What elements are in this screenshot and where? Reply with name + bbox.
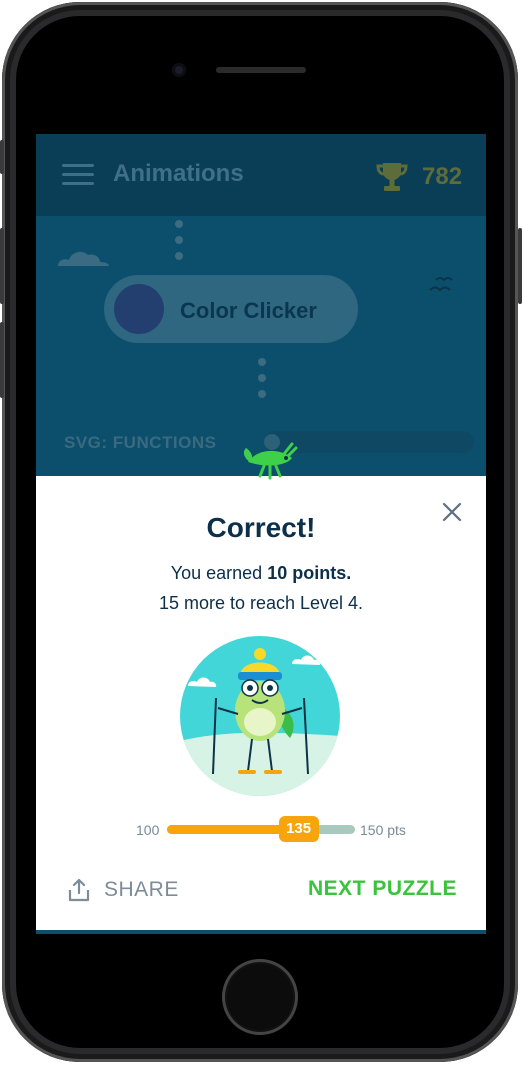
result-title: Correct!	[206, 512, 316, 543]
earned-points: 10 points.	[267, 563, 352, 583]
score-count: 782	[422, 163, 463, 190]
cloud-icon	[58, 251, 109, 266]
level-progress-text: 15 more to reach Level 4.	[158, 593, 364, 613]
side-button-volume-up	[0, 228, 4, 304]
next-puzzle-button[interactable]: NEXT PUZZLE	[308, 877, 457, 901]
share-icon	[68, 878, 90, 902]
front-camera	[172, 63, 186, 77]
app-screen: Animations 782 Color Clicker SVG: FUNCTI…	[36, 134, 486, 934]
path-dot	[258, 390, 266, 398]
side-button-mute	[0, 140, 4, 174]
progress-min-label: 100	[136, 822, 160, 838]
progress-current-badge: 135	[278, 816, 319, 842]
result-modal: Correct! You earned 10 points. 15 more t…	[36, 476, 486, 930]
birds-icon	[429, 277, 453, 292]
progress-track	[167, 825, 355, 834]
earned-prefix: You earned	[170, 563, 263, 583]
earpiece-speaker	[216, 67, 306, 73]
path-dot	[175, 252, 183, 260]
share-label: SHARE	[104, 878, 179, 901]
lesson-label: Color Clicker	[180, 298, 317, 323]
trophy-icon	[376, 163, 408, 191]
home-button[interactable]	[222, 959, 298, 1035]
page-title: Animations	[113, 160, 244, 187]
path-dot	[258, 374, 266, 382]
lesson-icon	[114, 284, 164, 334]
progress-max-label: 150 pts	[360, 822, 406, 838]
app-header: Animations 782	[36, 134, 486, 216]
points-earned-text: You earned 10 points.	[36, 563, 486, 584]
path-dot	[175, 236, 183, 244]
section-label: SVG: FUNCTIONS	[64, 433, 217, 452]
share-button[interactable]: SHARE	[66, 874, 179, 906]
lesson-node-color-clicker[interactable]: Color Clicker	[104, 275, 358, 343]
path-dot	[175, 220, 183, 228]
side-button-power	[518, 228, 522, 304]
path-dot	[258, 358, 266, 366]
menu-icon[interactable]	[62, 164, 94, 186]
cricket-mascot-icon	[243, 442, 298, 480]
side-button-volume-down	[0, 322, 4, 398]
skier-illustration	[180, 636, 340, 796]
